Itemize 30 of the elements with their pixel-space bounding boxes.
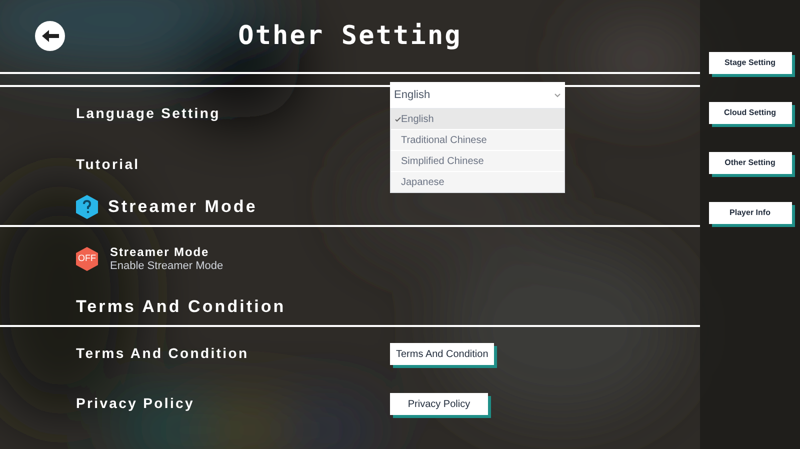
sidebar-button[interactable]: Stage Setting bbox=[708, 52, 792, 74]
dropdown-option[interactable]: Japanese bbox=[391, 172, 564, 192]
check-icon bbox=[395, 116, 401, 122]
caret-icon bbox=[554, 92, 561, 98]
question-icon bbox=[76, 195, 98, 219]
dropdown-value: English bbox=[394, 88, 430, 103]
sidebar-button[interactable]: Cloud Setting bbox=[708, 102, 792, 124]
section-heading: Terms And Condition bbox=[76, 296, 286, 318]
dropdown-option[interactable]: Simplified Chinese bbox=[391, 151, 564, 171]
option-label: English bbox=[401, 112, 434, 126]
link-button[interactable]: Terms And Condition bbox=[390, 343, 494, 365]
dropdown-option[interactable]: Traditional Chinese bbox=[391, 130, 564, 150]
option-label: Simplified Chinese bbox=[401, 154, 484, 168]
sidebar-button[interactable]: Player Info bbox=[708, 202, 792, 224]
setting-label: Terms And Condition bbox=[76, 345, 249, 361]
page-title: Other Setting bbox=[238, 20, 462, 52]
back-icon[interactable] bbox=[35, 21, 65, 51]
toggle-state: OFF bbox=[78, 252, 96, 266]
setting-label: Privacy Policy bbox=[76, 395, 194, 411]
link-button[interactable]: Privacy Policy bbox=[390, 393, 488, 415]
option-label: Japanese bbox=[401, 176, 444, 190]
sidebar-button[interactable]: Other Setting bbox=[708, 152, 792, 174]
section-heading: Streamer Mode bbox=[108, 196, 258, 218]
dropdown-option[interactable]: English bbox=[391, 109, 564, 129]
setting-description: Enable Streamer Mode bbox=[110, 260, 224, 274]
language-dropdown[interactable]: English bbox=[390, 82, 565, 108]
setting-label: Tutorial bbox=[76, 154, 140, 174]
setting-label: Streamer Mode bbox=[110, 244, 210, 260]
option-label: Traditional Chinese bbox=[401, 134, 487, 148]
setting-label: Language Setting bbox=[76, 105, 220, 121]
